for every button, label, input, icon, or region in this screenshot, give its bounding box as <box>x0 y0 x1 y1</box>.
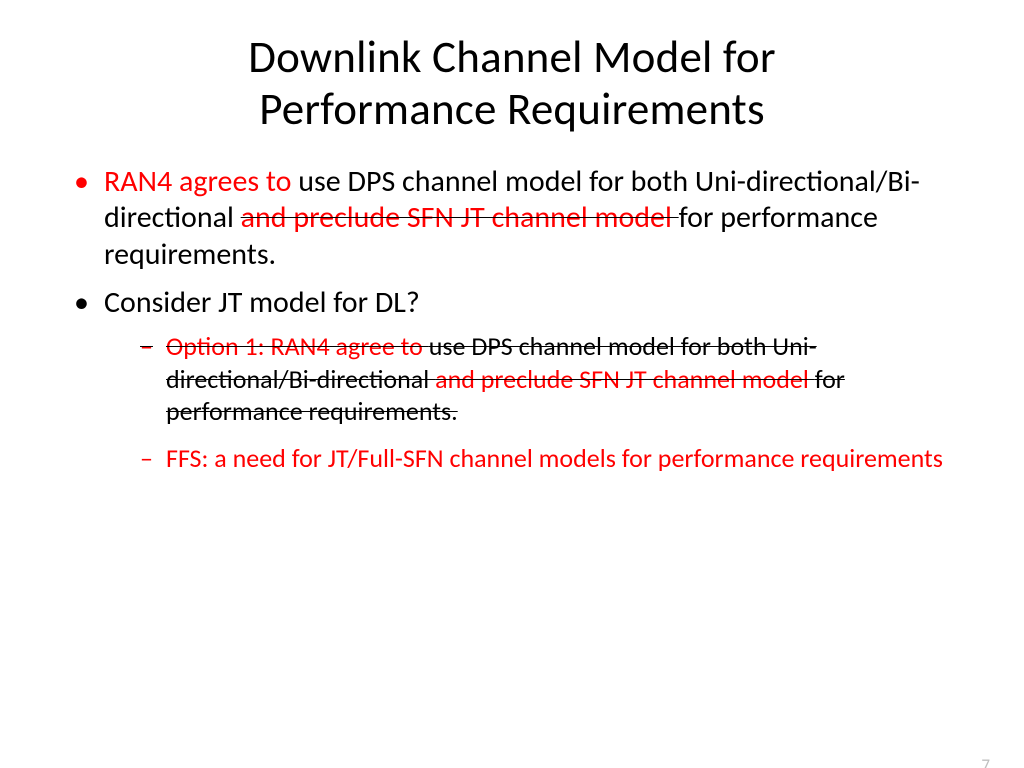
sub-bullet-list: Option 1: RAN4 agree to use DPS channel … <box>140 330 954 475</box>
bullet-1: RAN4 agrees to use DPS channel model for… <box>70 164 954 274</box>
sub-bullet-1: Option 1: RAN4 agree to use DPS channel … <box>140 330 954 428</box>
bullet-list: RAN4 agrees to use DPS channel model for… <box>70 164 954 475</box>
bullet-2: Consider JT model for DL? Option 1: RAN4… <box>70 285 954 475</box>
sb1-part-3: and preclude SFN JT channel model <box>435 363 815 395</box>
b2-text: Consider JT model for DL? <box>104 284 420 321</box>
title-line-1: Downlink Channel Model for <box>248 30 776 85</box>
page-number: 7 <box>981 755 990 768</box>
sb1-part-1: Option 1: RAN4 agree to <box>166 330 429 362</box>
slide-body: RAN4 agrees to use DPS channel model for… <box>70 164 954 475</box>
b1-part-3: and preclude SFN JT channel model <box>241 199 679 236</box>
slide: Downlink Channel Model for Performance R… <box>0 32 1024 768</box>
title-line-2: Performance Requirements <box>259 82 765 137</box>
sub-bullet-2: FFS: a need for JT/Full-SFN channel mode… <box>140 442 954 475</box>
b1-part-1: RAN4 agrees to <box>104 163 298 200</box>
slide-title: Downlink Channel Model for Performance R… <box>0 32 1024 136</box>
sb2-text: FFS: a need for JT/Full-SFN channel mode… <box>166 442 943 474</box>
